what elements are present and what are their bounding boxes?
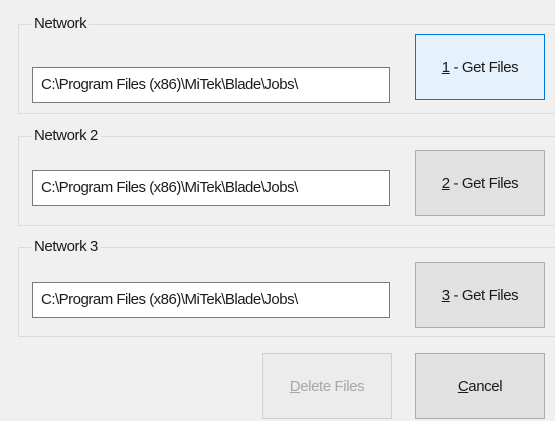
get-files-3-label: - Get Files	[449, 286, 519, 304]
cancel-label: ancel	[468, 377, 503, 395]
get-files-1-label: - Get Files	[449, 58, 519, 76]
get-files-3-button[interactable]: 3 - Get Files	[415, 262, 545, 328]
get-files-2-button[interactable]: 2 - Get Files	[415, 150, 545, 216]
delete-files-button[interactable]: Delete Files	[262, 353, 392, 419]
cancel-mnemonic: C	[457, 377, 469, 395]
get-files-2-mnemonic: 2	[441, 174, 450, 192]
network-3-path-field[interactable]: C:\Program Files (x86)\MiTek\Blade\Jobs\	[32, 282, 390, 318]
cancel-button[interactable]: Cancel	[415, 353, 545, 419]
get-files-dialog: Network C:\Program Files (x86)\MiTek\Bla…	[0, 0, 555, 421]
network-2-group-label: Network 2	[31, 127, 101, 145]
network-2-path-field[interactable]: C:\Program Files (x86)\MiTek\Blade\Jobs\	[32, 170, 390, 206]
network-3-group-label: Network 3	[31, 238, 101, 256]
get-files-2-label: - Get Files	[449, 174, 519, 192]
get-files-3-mnemonic: 3	[441, 286, 450, 304]
delete-files-mnemonic: D	[289, 377, 301, 395]
get-files-1-button[interactable]: 1 - Get Files	[415, 34, 545, 100]
get-files-1-mnemonic: 1	[441, 58, 450, 76]
delete-files-label: elete Files	[300, 377, 365, 395]
network-path-field[interactable]: C:\Program Files (x86)\MiTek\Blade\Jobs\	[32, 67, 390, 103]
network-group-label: Network	[31, 15, 90, 33]
